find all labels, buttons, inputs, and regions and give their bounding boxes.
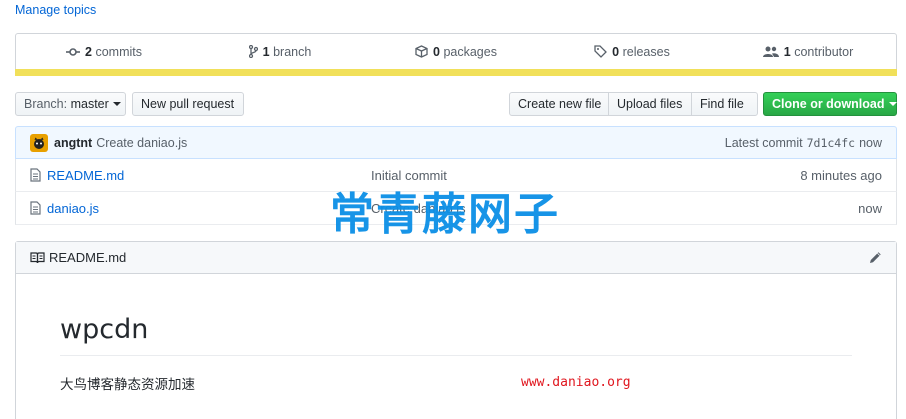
tag-icon <box>594 45 608 58</box>
pencil-icon[interactable] <box>869 251 882 264</box>
file-navigation-toolbar: Branch: master New pull request Create n… <box>15 92 897 116</box>
watermark: 常青藤网子 <box>330 189 560 240</box>
packages-label: packages <box>443 44 497 59</box>
file-icon <box>30 201 41 215</box>
latest-commit-prefix: Latest commit <box>724 135 803 150</box>
releases-link[interactable]: 0 releases <box>544 45 720 65</box>
create-new-file-button[interactable]: Create new file <box>509 92 609 116</box>
people-icon <box>762 46 779 57</box>
caret-down-icon <box>888 102 897 106</box>
new-pull-request-button[interactable]: New pull request <box>132 92 244 116</box>
releases-label: releases <box>622 44 670 59</box>
packages-link[interactable]: 0 packages <box>368 45 544 65</box>
branch-icon <box>248 45 258 58</box>
manage-topics-link[interactable]: Manage topics <box>15 3 96 17</box>
language-bar[interactable] <box>15 69 897 76</box>
octocat-icon <box>34 137 44 149</box>
commits-count: 2 <box>85 44 92 59</box>
contributors-label: contributor <box>794 44 854 59</box>
file-age: 8 minutes ago <box>800 167 882 183</box>
branches-label: branch <box>273 44 312 59</box>
readme-header: README.md <box>16 242 896 274</box>
find-file-button[interactable]: Find file <box>691 92 758 116</box>
commits-link[interactable]: 2 commits <box>16 45 192 65</box>
commit-message[interactable]: Create daniao.js <box>96 136 187 150</box>
latest-commit-bar: angtnt Create daniao.js Latest commit 7d1… <box>15 126 897 159</box>
latest-commit-info: Latest commit 7d1c4fc now <box>725 136 882 150</box>
readme-site-link[interactable]: www.daniao.org <box>521 375 631 390</box>
readme-paragraph-text: 大鸟博客静态资源加速 <box>60 377 195 392</box>
commit-age: now <box>859 135 882 150</box>
branches-count: 1 <box>262 44 270 59</box>
commit-sha[interactable]: 7d1c4fc <box>807 136 855 150</box>
readme-title: README.md <box>49 250 127 265</box>
commit-icon <box>66 47 81 56</box>
clone-or-download-button[interactable]: Clone or download <box>763 92 897 116</box>
contributors-count: 1 <box>783 44 791 59</box>
commits-label: commits <box>95 44 142 59</box>
readme-paragraph: 大鸟博客静态资源加速 www.daniao.org <box>60 373 852 393</box>
branch-prefix: Branch: <box>24 97 68 111</box>
branch-name: master <box>70 97 109 111</box>
package-icon <box>415 45 428 58</box>
packages-count: 0 <box>433 44 440 59</box>
book-icon <box>30 251 45 263</box>
file-age: now <box>858 200 882 216</box>
branch-select-button[interactable]: Branch: master <box>15 92 126 116</box>
readme-body: wpcdn 大鸟博客静态资源加速 www.daniao.org <box>16 314 896 393</box>
clone-label: Clone or download <box>772 97 885 111</box>
file-icon <box>30 168 41 182</box>
commit-author[interactable]: angtnt <box>54 136 92 150</box>
file-name-link[interactable]: daniao.js <box>47 201 99 216</box>
caret-down-icon <box>112 102 121 106</box>
avatar[interactable] <box>30 133 48 152</box>
readme-heading: wpcdn <box>60 314 852 356</box>
upload-files-button[interactable]: Upload files <box>608 92 692 116</box>
releases-count: 0 <box>612 44 620 59</box>
readme-panel: README.md wpcdn 大鸟博客静态资源加速 www.daniao.or… <box>15 241 897 419</box>
branches-link[interactable]: 1 branch <box>192 45 368 65</box>
contributors-link[interactable]: 1 contributor <box>720 45 896 65</box>
repo-numbers-summary: 2 commits 1 branch 0 packages 0 releases… <box>15 33 897 76</box>
file-name-link[interactable]: README.md <box>47 168 124 183</box>
